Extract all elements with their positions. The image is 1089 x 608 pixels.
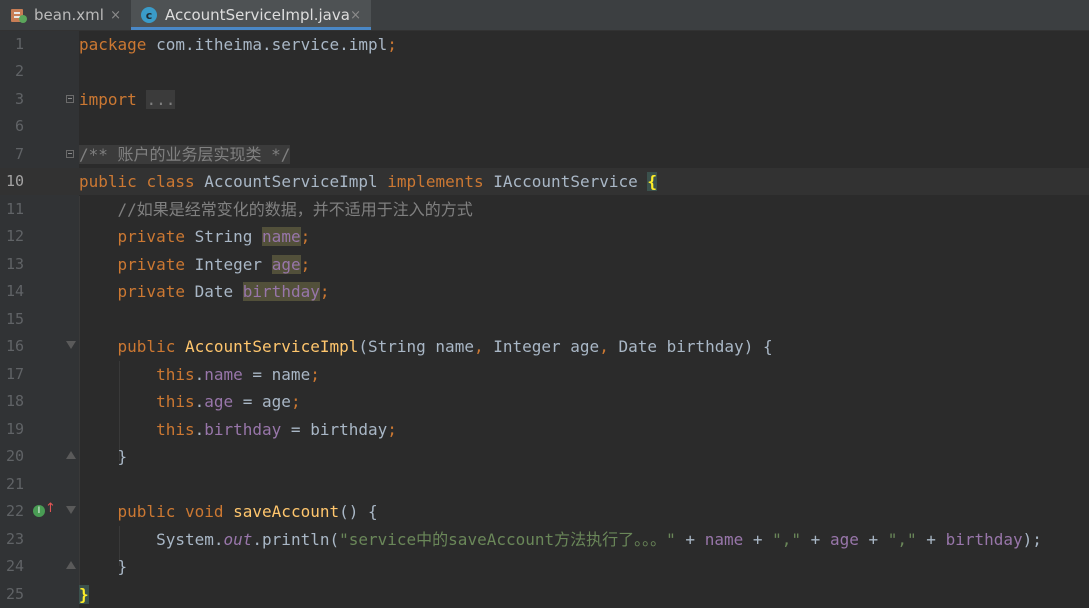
code-text: import ... [79, 90, 176, 109]
code-line: 16 public AccountServiceImpl(String name… [0, 333, 1089, 360]
code-line: 15 [0, 306, 1089, 333]
code-line: 21 [0, 471, 1089, 498]
code-text: /** 账户的业务层实现类 */ [79, 145, 291, 164]
fold-collapse-icon[interactable] [66, 506, 76, 514]
line-number: 21 [5, 475, 24, 493]
code-text: private String name; [117, 227, 311, 246]
code-text: private Integer age; [117, 255, 311, 274]
code-text: package com.itheima.service.impl; [79, 35, 397, 54]
line-number: 2 [14, 62, 24, 80]
xml-file-icon [10, 7, 27, 23]
java-class-icon: c [141, 7, 157, 23]
code-line-current: 10 public class AccountServiceImpl imple… [0, 168, 1089, 195]
code-line: 17 this.name = name; [0, 361, 1089, 388]
code-text: this.name = name; [156, 365, 320, 384]
fold-end-icon[interactable] [66, 561, 76, 569]
folded-imports[interactable]: ... [146, 90, 176, 109]
line-number: 15 [5, 310, 24, 328]
line-number: 12 [5, 227, 24, 245]
tab-bean-xml[interactable]: bean.xml × [0, 0, 131, 30]
line-number: 14 [5, 282, 24, 300]
line-number: 6 [14, 117, 24, 135]
code-text: private Date birthday; [117, 282, 330, 301]
line-number: 22 [5, 502, 24, 520]
code-line: 20 } [0, 443, 1089, 470]
line-number: 25 [5, 585, 24, 603]
line-number: 16 [5, 337, 24, 355]
code-line: 11 //如果是经常变化的数据，并不适用于注入的方式 [0, 196, 1089, 223]
line-number: 24 [5, 557, 24, 575]
line-number: 1 [14, 35, 24, 53]
code-text: this.age = age; [156, 392, 301, 411]
code-line: 3 import ... [0, 86, 1089, 113]
code-line: 14 private Date birthday; [0, 278, 1089, 305]
line-number: 13 [5, 255, 24, 273]
fold-expand-icon[interactable] [66, 150, 74, 158]
code-text: public AccountServiceImpl(String name, I… [117, 337, 773, 356]
code-line: 19 this.birthday = birthday; [0, 416, 1089, 443]
code-line: 7 /** 账户的业务层实现类 */ [0, 141, 1089, 168]
line-number: 7 [14, 145, 24, 163]
tab-accountserviceimpl-java[interactable]: c AccountServiceImpl.java × [131, 0, 371, 30]
code-text: } [117, 557, 128, 576]
code-editor[interactable]: 1 package com.itheima.service.impl; 2 3 … [0, 31, 1089, 608]
line-number: 17 [5, 365, 24, 383]
code-line: 12 private String name; [0, 223, 1089, 250]
line-number: 20 [5, 447, 24, 465]
code-line: 22 I ↑ public void saveAccount() { [0, 498, 1089, 525]
fold-end-icon[interactable] [66, 451, 76, 459]
code-line: 24 } [0, 553, 1089, 580]
code-text: } [117, 447, 128, 466]
code-line: 23 System.out.println("service中的saveAcco… [0, 526, 1089, 553]
code-line: 13 private Integer age; [0, 251, 1089, 278]
line-number: 19 [5, 420, 24, 438]
code-line: 25 } [0, 581, 1089, 608]
tab-label: AccountServiceImpl.java [165, 6, 350, 24]
code-line: 18 this.age = age; [0, 388, 1089, 415]
close-icon[interactable]: × [110, 8, 121, 23]
line-number: 18 [5, 392, 24, 410]
fold-collapse-icon[interactable] [66, 341, 76, 349]
code-line: 1 package com.itheima.service.impl; [0, 31, 1089, 58]
implements-method-icon[interactable]: I [33, 505, 45, 517]
code-text: } [79, 585, 89, 604]
close-icon[interactable]: × [350, 8, 361, 23]
tab-label: bean.xml [34, 6, 104, 24]
code-text: public class AccountServiceImpl implemen… [79, 172, 658, 191]
fold-expand-icon[interactable] [66, 95, 74, 103]
code-line: 2 [0, 58, 1089, 85]
line-number: 23 [5, 530, 24, 548]
line-number: 3 [14, 90, 24, 108]
line-number: 11 [5, 200, 24, 218]
code-text: public void saveAccount() { [117, 502, 378, 521]
line-number: 10 [5, 172, 24, 190]
go-to-interface-arrow-icon[interactable]: ↑ [45, 502, 56, 516]
code-text: this.birthday = birthday; [156, 420, 397, 439]
code-text: //如果是经常变化的数据，并不适用于注入的方式 [117, 200, 473, 219]
editor-tab-bar: bean.xml × c AccountServiceImpl.java × [0, 0, 1089, 31]
code-line: 6 [0, 113, 1089, 140]
code-text: System.out.println("service中的saveAccount… [156, 530, 1042, 549]
